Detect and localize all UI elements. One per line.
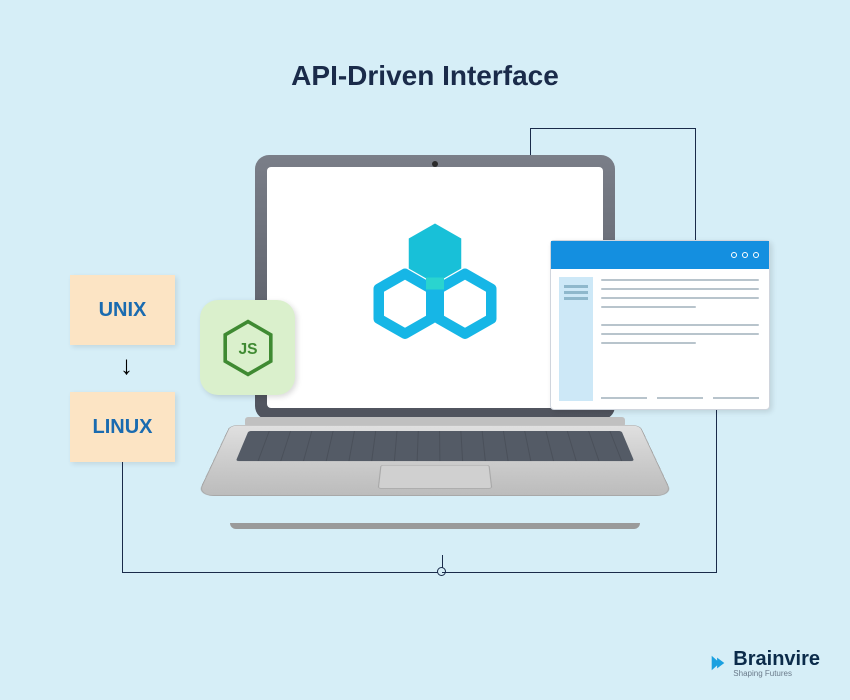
keyboard-icon bbox=[236, 431, 634, 461]
nodejs-icon: JS bbox=[200, 300, 295, 395]
window-control-icon bbox=[731, 252, 737, 258]
camera-icon bbox=[432, 161, 438, 167]
connector-line bbox=[695, 128, 696, 240]
browser-titlebar bbox=[551, 241, 769, 269]
laptop-base bbox=[197, 425, 673, 496]
browser-window-icon bbox=[550, 240, 770, 410]
unix-box: UNIX bbox=[70, 275, 175, 345]
window-control-icon bbox=[742, 252, 748, 258]
nos-logo-icon bbox=[360, 210, 510, 365]
browser-body bbox=[551, 269, 769, 409]
brand-logo: Brainvire Shaping Futures bbox=[709, 648, 820, 678]
connector-line bbox=[442, 572, 717, 573]
connector-line bbox=[122, 462, 123, 572]
linux-box: LINUX bbox=[70, 392, 175, 462]
trackpad-icon bbox=[378, 465, 493, 489]
laptop-foot bbox=[230, 523, 640, 529]
brand-name: Brainvire bbox=[733, 648, 820, 671]
window-control-icon bbox=[753, 252, 759, 258]
browser-footer bbox=[601, 397, 759, 399]
connector-line bbox=[716, 410, 717, 572]
browser-sidebar bbox=[559, 277, 593, 401]
page-title: API-Driven Interface bbox=[0, 60, 850, 92]
nodejs-label: JS bbox=[238, 341, 257, 358]
brand-mark-icon bbox=[709, 654, 727, 672]
connector-line bbox=[122, 572, 442, 573]
arrow-down-icon: ↓ bbox=[120, 350, 133, 381]
browser-content-lines bbox=[601, 279, 759, 351]
connector-line bbox=[530, 128, 695, 129]
